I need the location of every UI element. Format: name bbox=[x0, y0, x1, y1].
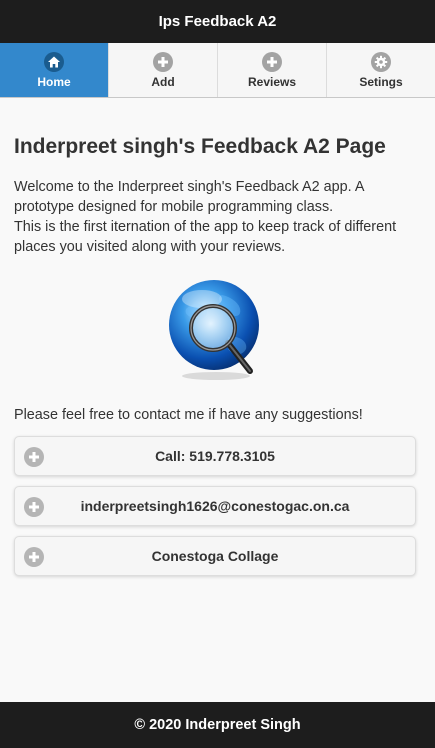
tab-reviews[interactable]: Reviews bbox=[217, 43, 326, 97]
plus-icon bbox=[262, 51, 282, 72]
plus-icon bbox=[24, 547, 44, 568]
email-button-label: inderpreetsingh1626@conestogac.on.ca bbox=[80, 498, 350, 515]
tab-settings-label: Setings bbox=[359, 74, 403, 89]
app-footer: © 2020 Inderpreet Singh bbox=[0, 702, 435, 748]
contact-text: Please feel free to contact me if have a… bbox=[14, 407, 363, 424]
call-button[interactable]: Call: 519.778.3105 bbox=[14, 436, 416, 477]
tab-home[interactable]: Home bbox=[0, 43, 108, 97]
home-icon bbox=[44, 51, 64, 72]
plus-icon bbox=[24, 497, 44, 518]
footer-text: © 2020 Inderpreet Singh bbox=[134, 717, 301, 733]
plus-icon bbox=[24, 447, 44, 468]
main-content: Inderpreet singh's Feedback A2 Page Welc… bbox=[14, 98, 418, 586]
college-button[interactable]: Conestoga Collage bbox=[14, 536, 416, 577]
nav-bar: Home Add Reviews Setings bbox=[0, 43, 435, 98]
plus-icon bbox=[153, 51, 173, 72]
tab-reviews-label: Reviews bbox=[247, 74, 297, 89]
tab-add-label: Add bbox=[151, 74, 175, 89]
tab-home-label: Home bbox=[37, 74, 71, 89]
app-header: Ips Feedback A2 bbox=[0, 0, 435, 43]
globe-image bbox=[14, 279, 418, 383]
gear-icon bbox=[371, 51, 391, 72]
college-button-label: Conestoga Collage bbox=[151, 548, 279, 565]
email-button[interactable]: inderpreetsingh1626@conestogac.on.ca bbox=[14, 486, 416, 527]
intro-line-2: This is the first iternation of the app … bbox=[14, 219, 397, 256]
header-title: Ips Feedback A2 bbox=[158, 12, 277, 30]
intro-text: Welcome to the Inderpreet singh's Feedba… bbox=[14, 177, 418, 257]
page-title: Inderpreet singh's Feedback A2 Page bbox=[14, 135, 386, 158]
globe-search-icon bbox=[169, 280, 259, 381]
call-button-label: Call: 519.778.3105 bbox=[155, 448, 275, 465]
tab-settings[interactable]: Setings bbox=[326, 43, 435, 97]
tab-add[interactable]: Add bbox=[108, 43, 217, 97]
intro-line-1: Welcome to the Inderpreet singh's Feedba… bbox=[14, 179, 364, 216]
